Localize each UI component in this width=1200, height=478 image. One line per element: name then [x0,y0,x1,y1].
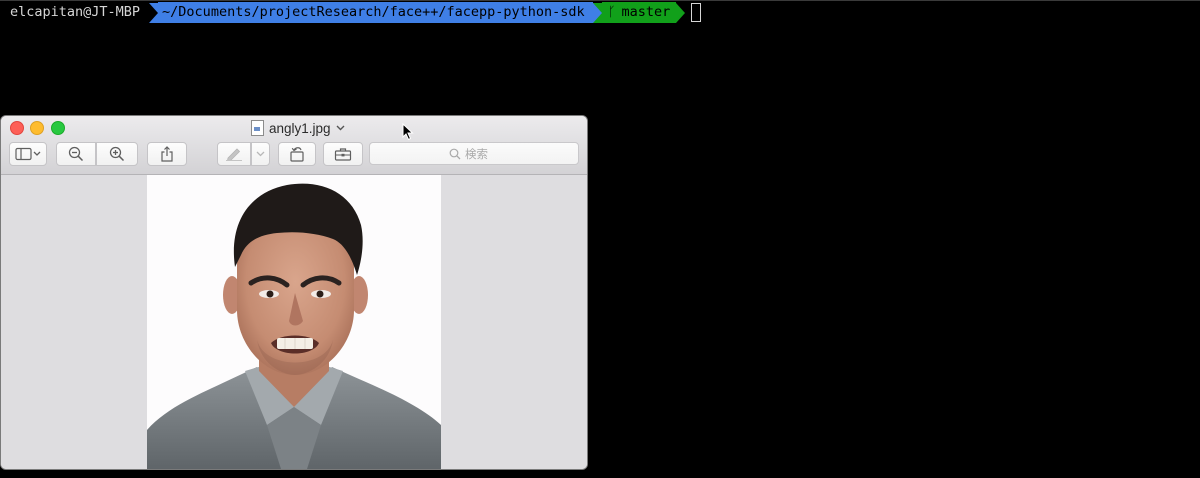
git-branch-name: master [621,4,671,20]
minimize-window-button[interactable] [30,121,44,135]
search-icon [449,148,461,159]
shell-prompt: elcapitan@JT-MBP ~/Documents/projectRese… [0,2,702,23]
toolbox-button[interactable] [323,142,363,166]
sidebar-toggle-button[interactable] [9,142,47,166]
zoom-out-button[interactable] [56,142,96,166]
prompt-user-host: elcapitan@JT-MBP [0,2,150,23]
git-branch-icon: ᚴ [607,5,616,20]
terminal-top-border [0,0,1200,1]
image-canvas[interactable] [147,175,441,469]
rotate-left-icon [290,147,304,162]
prompt-separator-arrow [149,2,159,23]
sidebar-toggle-icon [15,147,41,161]
window-titlebar[interactable]: angly1.jpg [1,116,587,175]
fullscreen-window-button[interactable] [51,121,65,135]
zoom-in-button[interactable] [96,142,138,166]
terminal-cursor [691,3,702,22]
prompt-path: ~/Documents/projectResearch/face++/facep… [158,2,593,23]
markup-button[interactable] [217,142,251,166]
document-icon [251,120,264,136]
markup-pen-icon [226,148,242,161]
search-input[interactable] [465,146,499,161]
zoom-out-icon [68,146,84,162]
chevron-down-icon[interactable] [336,123,345,134]
photo-of-angry-man [147,175,441,469]
document-title[interactable]: angly1.jpg [251,119,345,137]
share-button[interactable] [147,142,187,166]
zoom-in-icon [109,146,125,162]
prompt-separator-arrow [676,2,686,23]
prompt-git-segment: ᚴ master [601,2,677,23]
search-field-container[interactable] [369,142,579,165]
chevron-down-icon [256,151,265,157]
markup-menu-button[interactable] [251,142,270,166]
preview-window: angly1.jpg [1,116,587,469]
prompt-separator-arrow [592,2,602,23]
rotate-button[interactable] [278,142,316,166]
share-icon [161,146,173,162]
close-window-button[interactable] [10,121,24,135]
mouse-pointer-icon [402,123,414,141]
document-title-text: angly1.jpg [269,120,331,136]
document-view[interactable] [1,175,587,469]
toolbox-icon [334,148,352,161]
